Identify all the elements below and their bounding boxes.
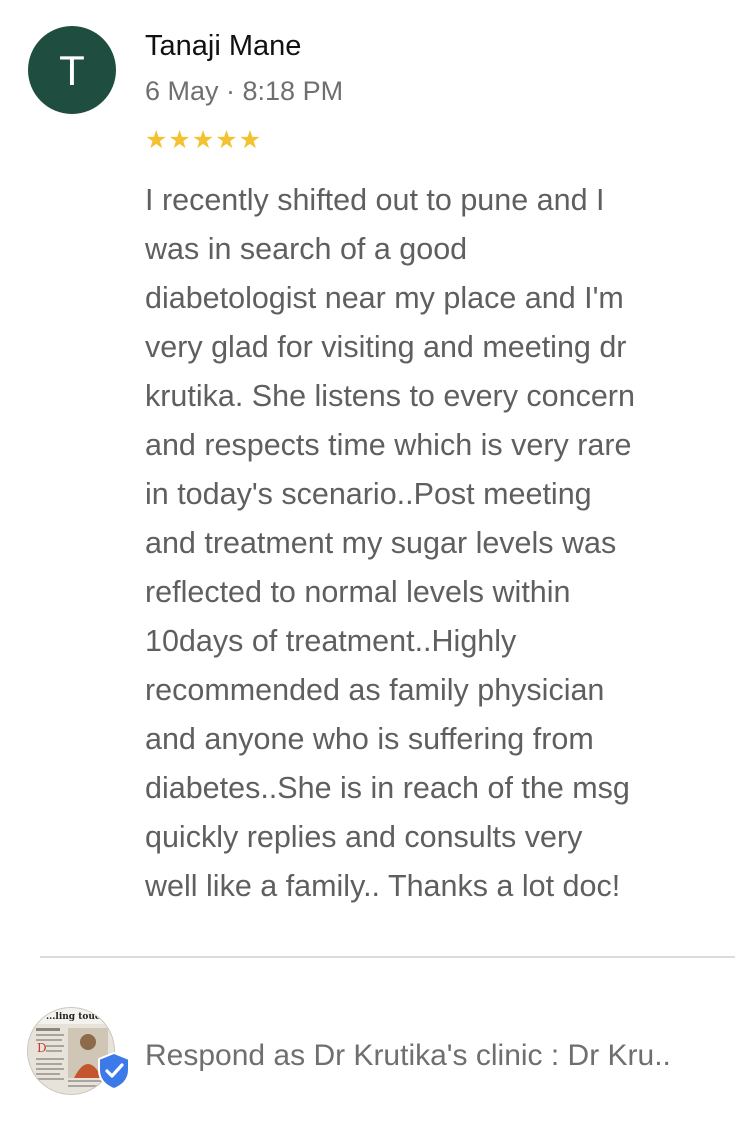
svg-text:D: D xyxy=(37,1041,47,1055)
divider xyxy=(40,956,735,958)
star-icon: ★ xyxy=(191,126,215,154)
reviewer-avatar[interactable]: T xyxy=(28,26,116,114)
reviewer-avatar-letter: T xyxy=(59,47,85,94)
star-icon: ★ xyxy=(238,126,262,154)
review-text: I recently shifted out to pune and I was… xyxy=(145,183,635,903)
owner-avatar-caption: ...ling touch xyxy=(46,1012,107,1022)
star-rating: ★ ★ ★ ★ ★ xyxy=(145,124,261,156)
star-icon: ★ xyxy=(215,126,238,154)
star-icon: ★ xyxy=(168,126,191,154)
reviewer-name[interactable]: Tanaji Mane xyxy=(145,28,301,64)
review-timestamp: 6 May · 8:18 PM xyxy=(145,76,344,106)
respond-as-owner-input[interactable]: Respond as Dr Krutika's clinic : Dr Kru.… xyxy=(145,1036,735,1076)
review-screen: T Tanaji Mane 6 May · 8:18 PM ★ ★ ★ ★ ★ … xyxy=(0,0,735,1144)
verified-shield-icon xyxy=(98,1052,130,1090)
star-icon: ★ xyxy=(145,126,168,154)
